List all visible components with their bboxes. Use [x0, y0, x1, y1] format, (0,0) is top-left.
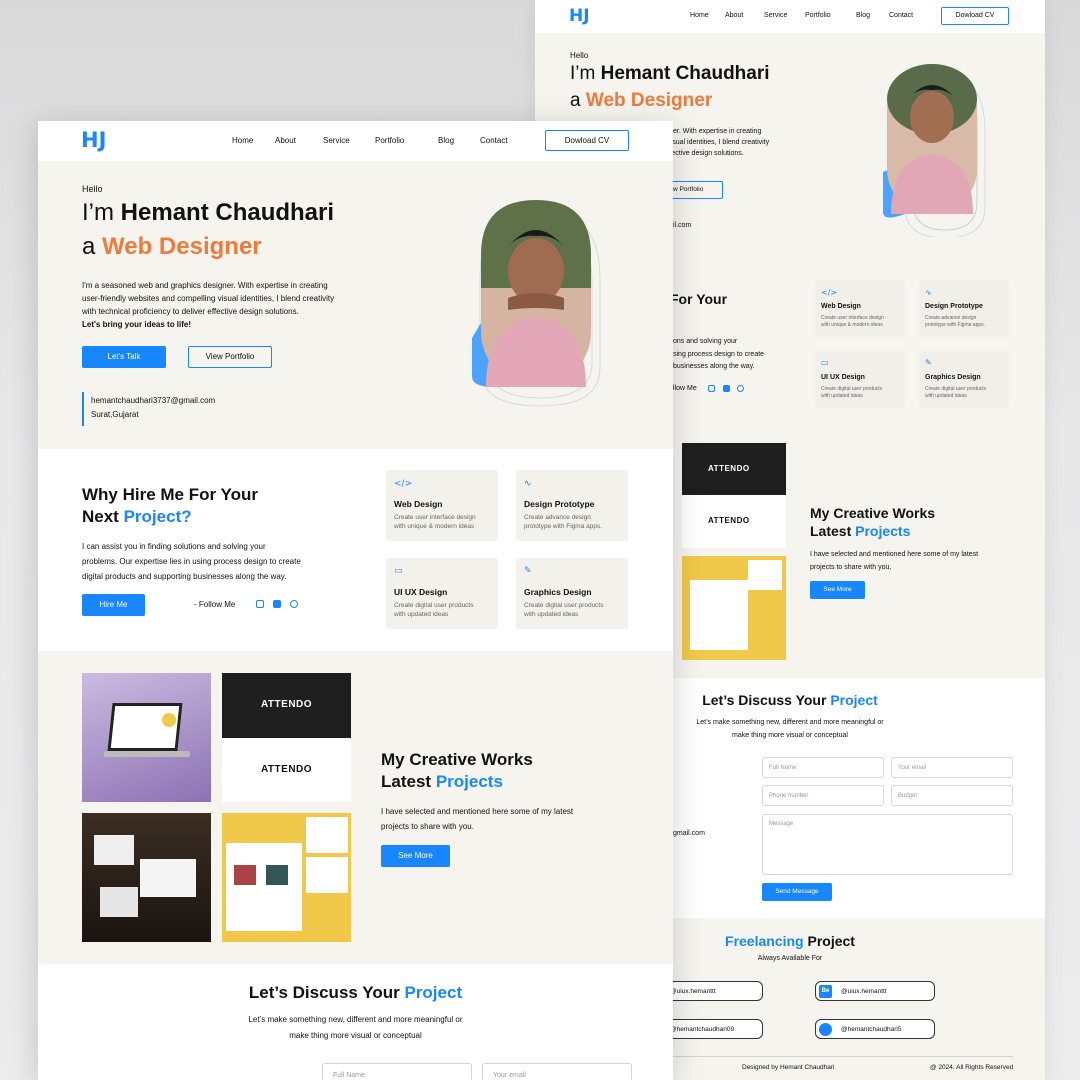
email-input[interactable]: Your email	[482, 1063, 632, 1080]
back-full-name-input[interactable]: Full Name	[762, 757, 884, 778]
discuss-section: Let’s Discuss Your Project Let’s make so…	[38, 964, 673, 1080]
back-instagram-icon[interactable]	[708, 385, 715, 392]
work-laptop-mockup[interactable]	[82, 673, 211, 802]
back-download-cv-button[interactable]: Dowload CV	[941, 7, 1009, 25]
back-hero-email: il.com	[673, 222, 692, 229]
navbar: HJ Home About Service Portfolio Blog Con…	[38, 121, 673, 161]
back-nav-portfolio[interactable]: Portfolio	[805, 12, 831, 19]
dribbble-icon	[819, 1023, 832, 1036]
back-nav-contact[interactable]: Contact	[889, 12, 913, 19]
back-send-message-button[interactable]: Send Message	[762, 883, 832, 901]
work-attendo-light[interactable]: ATTENDO	[222, 738, 351, 802]
back-service-card-graphics: ✎ Graphics Design Create digital user pr…	[919, 351, 1009, 408]
behance-icon: Be	[819, 985, 832, 998]
pulse-icon: ∿	[524, 479, 532, 489]
footer-copyright: @ 2024. All Rights Reserved	[930, 1064, 1014, 1071]
back-phone-input[interactable]: Phone number	[762, 785, 884, 806]
nav-portfolio[interactable]: Portfolio	[375, 136, 404, 145]
back-pulse-icon: ∿	[925, 288, 932, 297]
back-email-input[interactable]: Your email	[891, 757, 1013, 778]
back-pen-icon: ✎	[925, 358, 932, 367]
back-see-more-button[interactable]: See More	[810, 581, 865, 599]
service-card-uiux: ▭ UI UX Design Create digital user produ…	[386, 558, 498, 629]
work-attendo-dark[interactable]: ATTENDO	[222, 673, 351, 738]
nav-blog[interactable]: Blog	[438, 136, 454, 145]
nav-home[interactable]: Home	[232, 136, 253, 145]
why-title: Why Hire Me For Your Next Project?	[82, 485, 259, 526]
hero-bio: I'm a seasoned web and graphics designer…	[82, 281, 335, 329]
nav-contact[interactable]: Contact	[480, 136, 508, 145]
back-side-email: gmail.com	[673, 830, 705, 837]
hero-location: Surat,Gujarat	[91, 410, 139, 419]
works-text: I have selected and mentioned here some …	[381, 807, 574, 831]
nav-service[interactable]: Service	[323, 136, 350, 145]
see-more-button[interactable]: See More	[381, 845, 450, 867]
full-name-input[interactable]: Full Name	[322, 1063, 472, 1080]
linkedin-icon[interactable]	[273, 600, 281, 608]
back-logo[interactable]: HJ	[569, 6, 590, 26]
discuss-title: Let’s Discuss Your Project	[248, 983, 463, 1002]
back-hero-role: a Web Designer	[570, 90, 713, 111]
back-message-input[interactable]: Message	[762, 814, 1013, 875]
back-nav-blog[interactable]: Blog	[856, 12, 870, 19]
back-hero-title: I’m Hemant Chaudhari	[570, 63, 770, 84]
back-follow-label: llow Me	[673, 385, 697, 392]
back-monitor-icon: ▭	[821, 358, 829, 367]
hero-hello: Hello	[82, 184, 103, 194]
back-linkedin-icon[interactable]	[723, 385, 730, 392]
why-hire-section: Why Hire Me For Your Next Project? I can …	[38, 449, 673, 651]
hero-title: I’m Hemant Chaudhari	[82, 199, 335, 226]
back-dribbble-icon[interactable]	[737, 385, 744, 392]
why-text: I can assist you in finding solutions an…	[82, 542, 301, 581]
back-nav-home[interactable]: Home	[690, 12, 709, 19]
service-card-web: </> Web Design Create user interface des…	[386, 470, 498, 541]
logo[interactable]: HJ	[81, 128, 106, 152]
back-code-icon: </>	[821, 288, 838, 297]
back-nav-about[interactable]: About	[725, 12, 743, 19]
pen-icon: ✎	[524, 566, 532, 576]
back-profile-photo	[883, 64, 986, 237]
back-budget-input[interactable]: Budget	[891, 785, 1013, 806]
back-works-text: I have selected and mentioned here some …	[810, 551, 979, 571]
back-why-title: For Your	[670, 291, 728, 307]
back-works-title: My Creative Works Latest Projects	[810, 505, 936, 539]
footer-divider	[663, 1056, 1013, 1057]
service-card-prototype: ∿ Design Prototype Create advance design…	[516, 470, 628, 541]
follow-me-label: - Follow Me	[194, 600, 236, 609]
work-dark-interior[interactable]	[82, 813, 211, 942]
instagram-icon[interactable]	[256, 600, 264, 608]
freelance-chip-dribbble[interactable]: @hemantchaudhari5	[815, 1019, 935, 1039]
view-portfolio-button[interactable]: View Portfolio	[188, 346, 272, 368]
lets-talk-button[interactable]: Let's Talk	[82, 346, 166, 368]
service-card-graphics: ✎ Graphics Design Create digital user pr…	[516, 558, 628, 629]
footer-credit: Designed by Hemant Chaudhari	[742, 1064, 835, 1071]
back-service-card-web: </> Web Design Create user interface des…	[815, 280, 905, 337]
hero-email: hemantchaudhari3737@gmail.com	[91, 396, 216, 405]
contact-accent-bar	[82, 392, 84, 426]
code-icon: </>	[394, 479, 413, 489]
monitor-icon: ▭	[394, 566, 403, 576]
freelance-chip-behance[interactable]: Be @uiux.hemanttt	[815, 981, 935, 1001]
work-yellow-portfolio[interactable]	[222, 813, 351, 942]
dribbble-icon-front[interactable]	[290, 600, 298, 608]
back-service-card-prototype: ∿ Design Prototype Create advance design…	[919, 280, 1009, 337]
discuss-text: Let’s make something new, different and …	[248, 1015, 463, 1040]
hero-role: a Web Designer	[82, 233, 262, 260]
profile-photo	[472, 200, 601, 407]
front-page: HJ Home About Service Portfolio Blog Con…	[38, 121, 673, 1080]
back-hero-hello: Hello	[570, 51, 589, 60]
download-cv-button[interactable]: Dowload CV	[545, 130, 629, 151]
hire-me-button[interactable]: Hire Me	[82, 594, 145, 616]
back-service-card-uiux: ▭ UI UX Design Create digital user produ…	[815, 351, 905, 408]
back-work-yellow[interactable]	[682, 556, 786, 660]
back-nav-service[interactable]: Service	[764, 12, 787, 19]
back-navbar: HJ Home About Service Portfolio Blog Con…	[535, 0, 1045, 33]
works-title: My Creative Works Latest Projects	[381, 750, 533, 791]
back-work-attendo-light[interactable]: ATTENDO	[682, 495, 786, 548]
nav-about[interactable]: About	[275, 136, 296, 145]
back-work-attendo-dark[interactable]: ATTENDO	[682, 443, 786, 495]
back-why-text: ons and solving your sing process design …	[673, 338, 765, 370]
